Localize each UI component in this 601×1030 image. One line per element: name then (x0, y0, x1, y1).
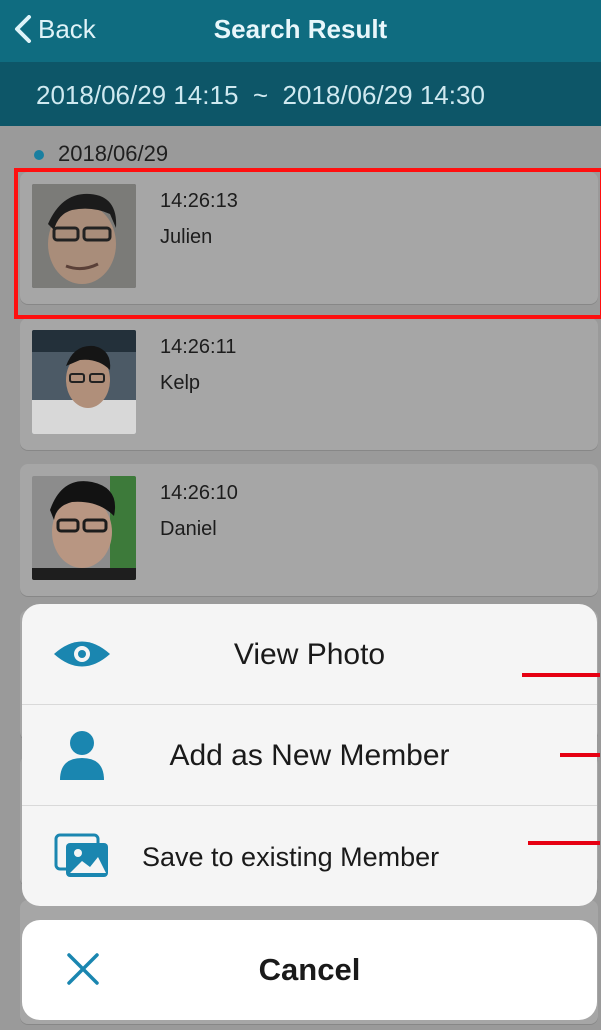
annotation-line (522, 673, 600, 677)
item-time: 14:26:10 (160, 482, 238, 504)
date-header: 2018/06/29 (58, 141, 169, 166)
date-bullet (34, 150, 44, 160)
view-photo-label: View Photo (233, 638, 386, 671)
date-range-text: 2018/06/29 14:15 ~ 2018/06/29 14:30 (36, 80, 485, 110)
list-item[interactable]: 14:26:11 Kelp (20, 318, 598, 450)
selection-highlight (14, 168, 601, 319)
cancel-label: Cancel (258, 952, 361, 987)
action-sheet: View Photo Add as New Member Save to exi… (22, 604, 597, 906)
add-member-action[interactable]: Add as New Member (22, 705, 597, 805)
item-time: 14:26:11 (160, 336, 237, 358)
face-photo[interactable] (32, 330, 136, 434)
cancel-button[interactable]: Cancel (22, 920, 597, 1020)
annotation-line (528, 841, 600, 845)
annotation-line (560, 753, 600, 757)
item-name: Kelp (160, 372, 201, 394)
save-existing-label: Save to existing Member (142, 842, 440, 872)
list-item[interactable]: 14:26:10 Daniel (20, 464, 598, 596)
gallery-icon (52, 826, 112, 886)
save-existing-action[interactable]: Save to existing Member (22, 806, 597, 906)
view-photo-action[interactable]: View Photo (22, 604, 597, 704)
page-title: Search Result (213, 14, 388, 44)
add-member-label: Add as New Member (169, 739, 450, 772)
item-name: Daniel (160, 518, 217, 540)
face-photo[interactable] (32, 476, 136, 580)
